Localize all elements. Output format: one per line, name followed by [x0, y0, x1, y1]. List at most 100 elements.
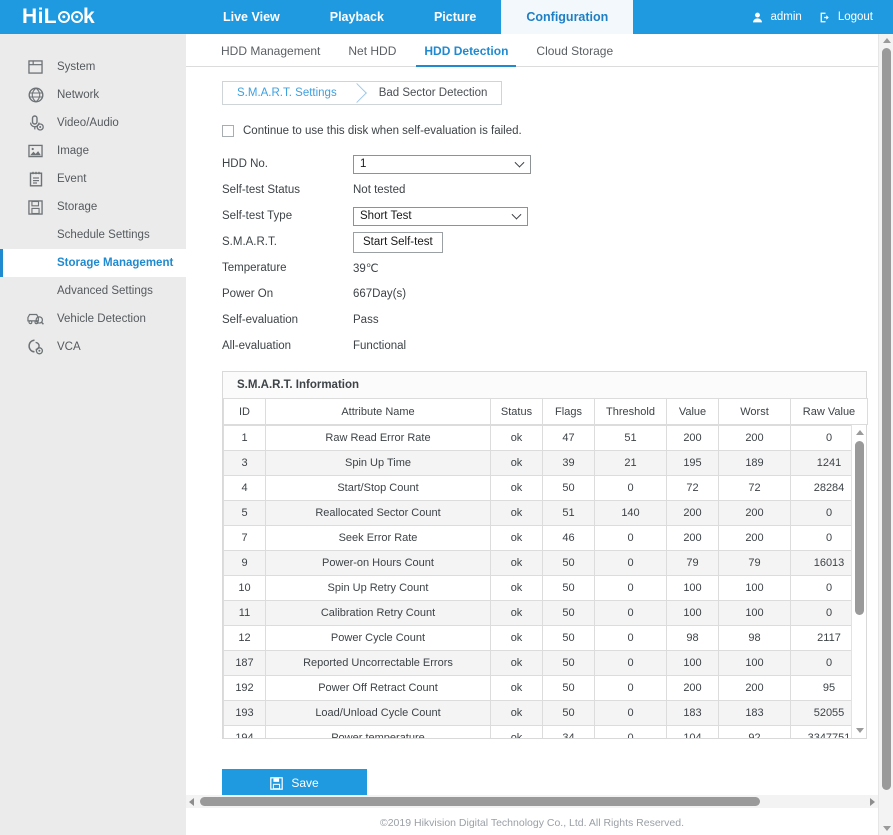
hdd-no-label: HDD No. — [222, 158, 353, 170]
subtab-bad-sector-detection[interactable]: Bad Sector Detection — [357, 82, 502, 104]
power-on-label: Power On — [222, 288, 353, 300]
table-row[interactable]: 9Power-on Hours Countok500797916013 — [224, 551, 867, 576]
tab-hdd-management[interactable]: HDD Management — [207, 44, 334, 66]
table-cell: Power Off Retract Count — [266, 676, 491, 701]
sidebar-item-vca[interactable]: VCA — [0, 333, 186, 361]
table-scrollbar-thumb[interactable] — [855, 441, 864, 615]
nav-configuration[interactable]: Configuration — [501, 0, 633, 34]
logo-circle-icon — [58, 11, 70, 23]
self-test-status-row: Self-test Status Not tested — [222, 177, 873, 203]
table-row[interactable]: 193Load/Unload Cycle Countok500183183520… — [224, 701, 867, 726]
scroll-left-arrow-icon[interactable] — [189, 798, 194, 806]
self-test-type-label: Self-test Type — [222, 210, 353, 222]
tab-hdd-detection[interactable]: HDD Detection — [410, 44, 522, 66]
continue-use-disk-checkbox[interactable] — [222, 125, 234, 137]
table-row[interactable]: 11Calibration Retry Countok5001001000 — [224, 601, 867, 626]
sidebar-item-storage-management[interactable]: Storage Management — [0, 249, 186, 277]
table-cell: Power-on Hours Count — [266, 551, 491, 576]
table-cell: 51 — [595, 426, 667, 451]
table-row[interactable]: 7Seek Error Rateok4602002000 — [224, 526, 867, 551]
table-cell: 0 — [595, 526, 667, 551]
hdd-no-value: 1 — [360, 158, 366, 170]
table-row[interactable]: 1Raw Read Error Rateok47512002000 — [224, 426, 867, 451]
temperature-row: Temperature 39℃ — [222, 255, 873, 281]
table-column-header: Status — [491, 399, 543, 425]
nav-picture[interactable]: Picture — [409, 0, 501, 34]
vca-icon — [27, 339, 44, 356]
table-cell: ok — [491, 676, 543, 701]
sidebar-item-storage[interactable]: Storage — [0, 193, 186, 221]
save-button-label: Save — [291, 776, 318, 790]
sidebar-item-label: Network — [57, 89, 99, 101]
smart-information-panel: S.M.A.R.T. Information IDAttribute NameS… — [222, 371, 867, 739]
nav-live-view[interactable]: Live View — [198, 0, 305, 34]
sidebar-item-event[interactable]: Event — [0, 165, 186, 193]
table-row[interactable]: 5Reallocated Sector Countok511402002000 — [224, 501, 867, 526]
table-cell: 193 — [224, 701, 266, 726]
self-test-status-label: Self-test Status — [222, 184, 353, 196]
sidebar-item-vehicle-detection[interactable]: Vehicle Detection — [0, 305, 186, 333]
table-cell: Power Cycle Count — [266, 626, 491, 651]
table-cell: Power temperature — [266, 726, 491, 739]
horizontal-scrollbar-thumb[interactable] — [200, 797, 760, 806]
self-evaluation-row: Self-evaluation Pass — [222, 307, 873, 333]
table-cell: 183 — [719, 701, 791, 726]
table-cell: Spin Up Retry Count — [266, 576, 491, 601]
table-cell: Calibration Retry Count — [266, 601, 491, 626]
logout-button[interactable]: Logout — [819, 11, 873, 24]
table-cell: ok — [491, 601, 543, 626]
subtab-smart-settings[interactable]: S.M.A.R.T. Settings — [223, 82, 357, 104]
page-scroll-down-arrow-icon[interactable] — [883, 826, 891, 831]
current-user: admin — [751, 11, 801, 24]
sidebar-item-video-audio[interactable]: Video/Audio — [0, 109, 186, 137]
table-row[interactable]: 3Spin Up Timeok39211951891241 — [224, 451, 867, 476]
table-cell: 0 — [595, 626, 667, 651]
nav-playback[interactable]: Playback — [305, 0, 409, 34]
self-test-type-select[interactable]: Short Test — [353, 207, 528, 226]
table-cell: 0 — [595, 551, 667, 576]
start-self-test-button[interactable]: Start Self-test — [353, 232, 443, 253]
table-cell: ok — [491, 451, 543, 476]
tab-cloud-storage[interactable]: Cloud Storage — [522, 44, 627, 66]
table-column-header: Flags — [543, 399, 595, 425]
sidebar-item-system[interactable]: System — [0, 53, 186, 81]
table-cell: 50 — [543, 476, 595, 501]
page-scroll-up-arrow-icon[interactable] — [883, 38, 891, 43]
table-cell: 100 — [667, 601, 719, 626]
smart-table: 1Raw Read Error Rateok475120020003Spin U… — [223, 425, 866, 738]
table-row[interactable]: 4Start/Stop Countok500727228284 — [224, 476, 867, 501]
table-cell: 7 — [224, 526, 266, 551]
sidebar-item-image[interactable]: Image — [0, 137, 186, 165]
clipboard-icon — [27, 171, 44, 188]
table-cell: 72 — [719, 476, 791, 501]
chevron-down-icon — [512, 210, 522, 220]
table-vertical-scrollbar[interactable] — [851, 425, 866, 738]
table-row[interactable]: 194Power temperatureok340104923347751 — [224, 726, 867, 739]
page-scrollbar-thumb[interactable] — [882, 48, 891, 790]
self-test-status-value: Not tested — [353, 184, 405, 196]
hilook-logo: HiLk — [0, 0, 186, 34]
table-row[interactable]: 192Power Off Retract Countok50020020095 — [224, 676, 867, 701]
save-button[interactable]: Save — [222, 769, 367, 797]
scroll-down-arrow-icon[interactable] — [856, 728, 864, 733]
picture-icon — [27, 143, 44, 160]
table-row[interactable]: 12Power Cycle Countok50098982117 — [224, 626, 867, 651]
all-evaluation-label: All-evaluation — [222, 340, 353, 352]
sidebar-item-network[interactable]: Network — [0, 81, 186, 109]
table-row[interactable]: 187Reported Uncorrectable Errorsok500100… — [224, 651, 867, 676]
table-row[interactable]: 10Spin Up Retry Countok5001001000 — [224, 576, 867, 601]
tab-net-hdd[interactable]: Net HDD — [334, 44, 410, 66]
sidebar-item-advanced-settings[interactable]: Advanced Settings — [0, 277, 186, 305]
user-icon — [751, 11, 764, 24]
table-column-header: Worst — [719, 399, 791, 425]
scroll-up-arrow-icon[interactable] — [856, 430, 864, 435]
hdd-no-select[interactable]: 1 — [353, 155, 531, 174]
table-cell: 50 — [543, 601, 595, 626]
table-cell: ok — [491, 551, 543, 576]
table-cell: ok — [491, 576, 543, 601]
sidebar-item-schedule-settings[interactable]: Schedule Settings — [0, 221, 186, 249]
page-vertical-scrollbar[interactable] — [878, 34, 893, 835]
sidebar-item-label: Storage Management — [57, 257, 173, 269]
horizontal-scrollbar[interactable] — [186, 795, 878, 808]
scroll-right-arrow-icon[interactable] — [870, 798, 875, 806]
